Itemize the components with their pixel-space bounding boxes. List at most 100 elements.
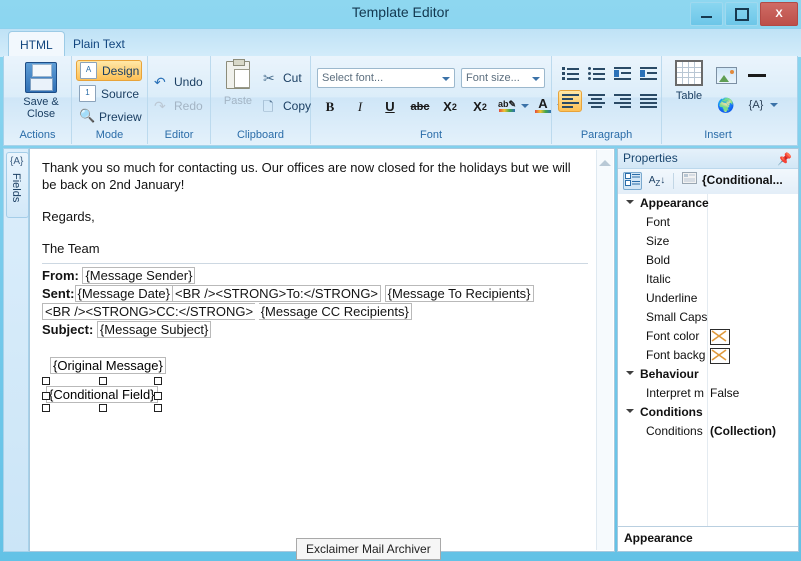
field-token-to-recipients[interactable]: {Message To Recipients} <box>384 285 534 302</box>
save-and-close-label: Save & Close <box>23 96 59 120</box>
properties-toolbar: AZ↓ {Conditional... <box>618 169 798 195</box>
cut-button[interactable]: ✂ Cut <box>263 68 302 88</box>
property-row[interactable]: Conditions (Collection) <box>618 422 798 441</box>
insert-hyperlink-button[interactable]: 🌍 <box>714 94 738 116</box>
property-category-row[interactable]: Conditions <box>618 403 798 422</box>
insert-image-button[interactable] <box>714 64 738 86</box>
chevron-down-icon[interactable] <box>521 104 529 112</box>
insert-field-icon: {A} <box>748 99 764 111</box>
properties-panel: Properties 📌 AZ↓ {Conditional... Appeara… <box>617 148 799 552</box>
highlight-color-bar <box>499 108 515 112</box>
group-label-actions: Actions <box>19 129 56 141</box>
chevron-down-icon[interactable] <box>770 103 778 111</box>
field-token-original-message[interactable]: {Original Message} <box>50 357 166 374</box>
field-token-message-date[interactable]: {Message Date} <box>74 285 174 302</box>
redo-button[interactable]: ↷ Redo <box>154 96 203 116</box>
html-editor-surface[interactable]: Thank you so much for contacting us. Our… <box>29 148 615 552</box>
chevron-down-icon <box>442 77 450 85</box>
resize-handle[interactable] <box>98 404 107 412</box>
bulleted-list-button[interactable] <box>584 64 608 84</box>
field-token-message-sender[interactable]: {Message Sender} <box>82 267 196 284</box>
align-center-button[interactable] <box>584 90 608 112</box>
collapse-triangle-icon[interactable] <box>626 371 634 379</box>
chevron-down-icon <box>532 77 540 85</box>
superscript-button[interactable]: X2 <box>469 96 491 117</box>
scroll-up-icon[interactable] <box>599 154 611 166</box>
subscript-button[interactable]: X2 <box>439 96 461 117</box>
italic-button[interactable]: I <box>349 96 371 117</box>
ribbon: Save & Close Actions A Design 1 Source 🔍… <box>3 56 798 146</box>
insert-field-button[interactable]: {A} <box>744 94 768 116</box>
close-button[interactable]: X <box>760 2 798 26</box>
alphabetical-sort-button[interactable]: AZ↓ <box>646 172 668 190</box>
underline-button[interactable]: U <box>379 96 401 117</box>
resize-handle[interactable] <box>153 377 162 385</box>
increase-indent-button[interactable] <box>636 64 660 84</box>
properties-footer: Appearance <box>618 526 798 551</box>
property-row[interactable]: Font backg <box>618 346 798 365</box>
mode-design-button[interactable]: A Design <box>76 60 142 81</box>
strikethrough-button[interactable]: abc <box>409 96 431 117</box>
fields-panel-tab[interactable]: {A} Fields <box>6 152 29 218</box>
group-label-editor: Editor <box>164 129 194 141</box>
property-row[interactable]: Font color <box>618 327 798 346</box>
property-pages-button[interactable] <box>678 172 700 190</box>
decrease-indent-button[interactable] <box>610 64 634 84</box>
font-family-select[interactable]: Select font... <box>317 68 455 88</box>
mode-source-button[interactable]: 1 Source <box>76 83 142 104</box>
categorized-view-button[interactable] <box>623 172 642 190</box>
mail-archiver-footer-box[interactable]: Exclaimer Mail Archiver <box>296 538 441 560</box>
property-row[interactable]: Small Caps <box>618 308 798 327</box>
bold-button[interactable]: B <box>319 96 341 117</box>
mode-preview-button[interactable]: 🔍 Preview <box>76 106 142 127</box>
field-token-conditional-field[interactable]: {Conditional Field} <box>46 386 158 403</box>
minimize-button[interactable] <box>690 2 723 26</box>
font-color-button[interactable]: A <box>533 94 553 116</box>
property-category-row[interactable]: Behaviour <box>618 365 798 384</box>
resize-handle[interactable] <box>98 377 107 385</box>
tab-html[interactable]: HTML <box>8 31 65 58</box>
align-right-button[interactable] <box>610 90 634 112</box>
property-row[interactable]: Interpret m False <box>618 384 798 403</box>
align-justify-button[interactable] <box>636 90 660 112</box>
font-background-swatch[interactable] <box>710 348 730 364</box>
resize-handle[interactable] <box>153 404 162 412</box>
save-and-close-button[interactable]: Save & Close <box>10 59 72 123</box>
resize-handle[interactable] <box>42 404 50 412</box>
align-left-button[interactable] <box>558 90 582 112</box>
copy-button[interactable]: 🗋 Copy <box>263 96 311 116</box>
numbered-list-button[interactable] <box>558 64 582 84</box>
property-row[interactable]: Size <box>618 232 798 251</box>
property-value[interactable]: (Collection) <box>710 424 776 438</box>
maximize-button[interactable] <box>725 2 758 26</box>
property-name: Font backg <box>646 348 706 362</box>
property-category-row[interactable]: Appearance <box>618 194 798 213</box>
resize-handle[interactable] <box>153 391 162 400</box>
collapse-triangle-icon[interactable] <box>626 200 634 208</box>
property-row[interactable]: Font <box>618 213 798 232</box>
insert-horizontal-line-button[interactable] <box>744 64 770 86</box>
property-value[interactable]: False <box>710 386 739 400</box>
bulleted-list-icon <box>587 67 605 81</box>
raw-html-to: <BR /><STRONG>To:</STRONG> <box>173 285 382 302</box>
insert-table-button[interactable]: Table <box>668 60 710 124</box>
tab-plain-text[interactable]: Plain Text <box>62 31 136 57</box>
resize-handle[interactable] <box>42 391 50 400</box>
collapse-triangle-icon[interactable] <box>626 409 634 417</box>
copy-label: Copy <box>283 99 312 113</box>
property-row[interactable]: Underline <box>618 289 798 308</box>
property-row[interactable]: Bold <box>618 251 798 270</box>
highlight-color-button[interactable]: ab✎ <box>497 94 517 116</box>
pin-icon[interactable]: 📌 <box>777 152 792 166</box>
editor-vertical-scrollbar[interactable] <box>596 150 613 550</box>
undo-button[interactable]: ↶ Undo <box>154 72 203 92</box>
font-size-select[interactable]: Font size... <box>461 68 545 88</box>
field-token-cc-recipients[interactable]: {Message CC Recipients} <box>258 303 412 320</box>
font-color-swatch[interactable] <box>710 329 730 345</box>
resize-handle[interactable] <box>42 377 50 385</box>
design-icon: A <box>80 62 97 79</box>
ribbon-group-mode: A Design 1 Source 🔍 Preview Mode <box>72 56 148 144</box>
property-row[interactable]: Italic <box>618 270 798 289</box>
field-token-message-subject[interactable]: {Message Subject} <box>96 321 212 338</box>
paste-button[interactable]: Paste <box>215 59 261 125</box>
